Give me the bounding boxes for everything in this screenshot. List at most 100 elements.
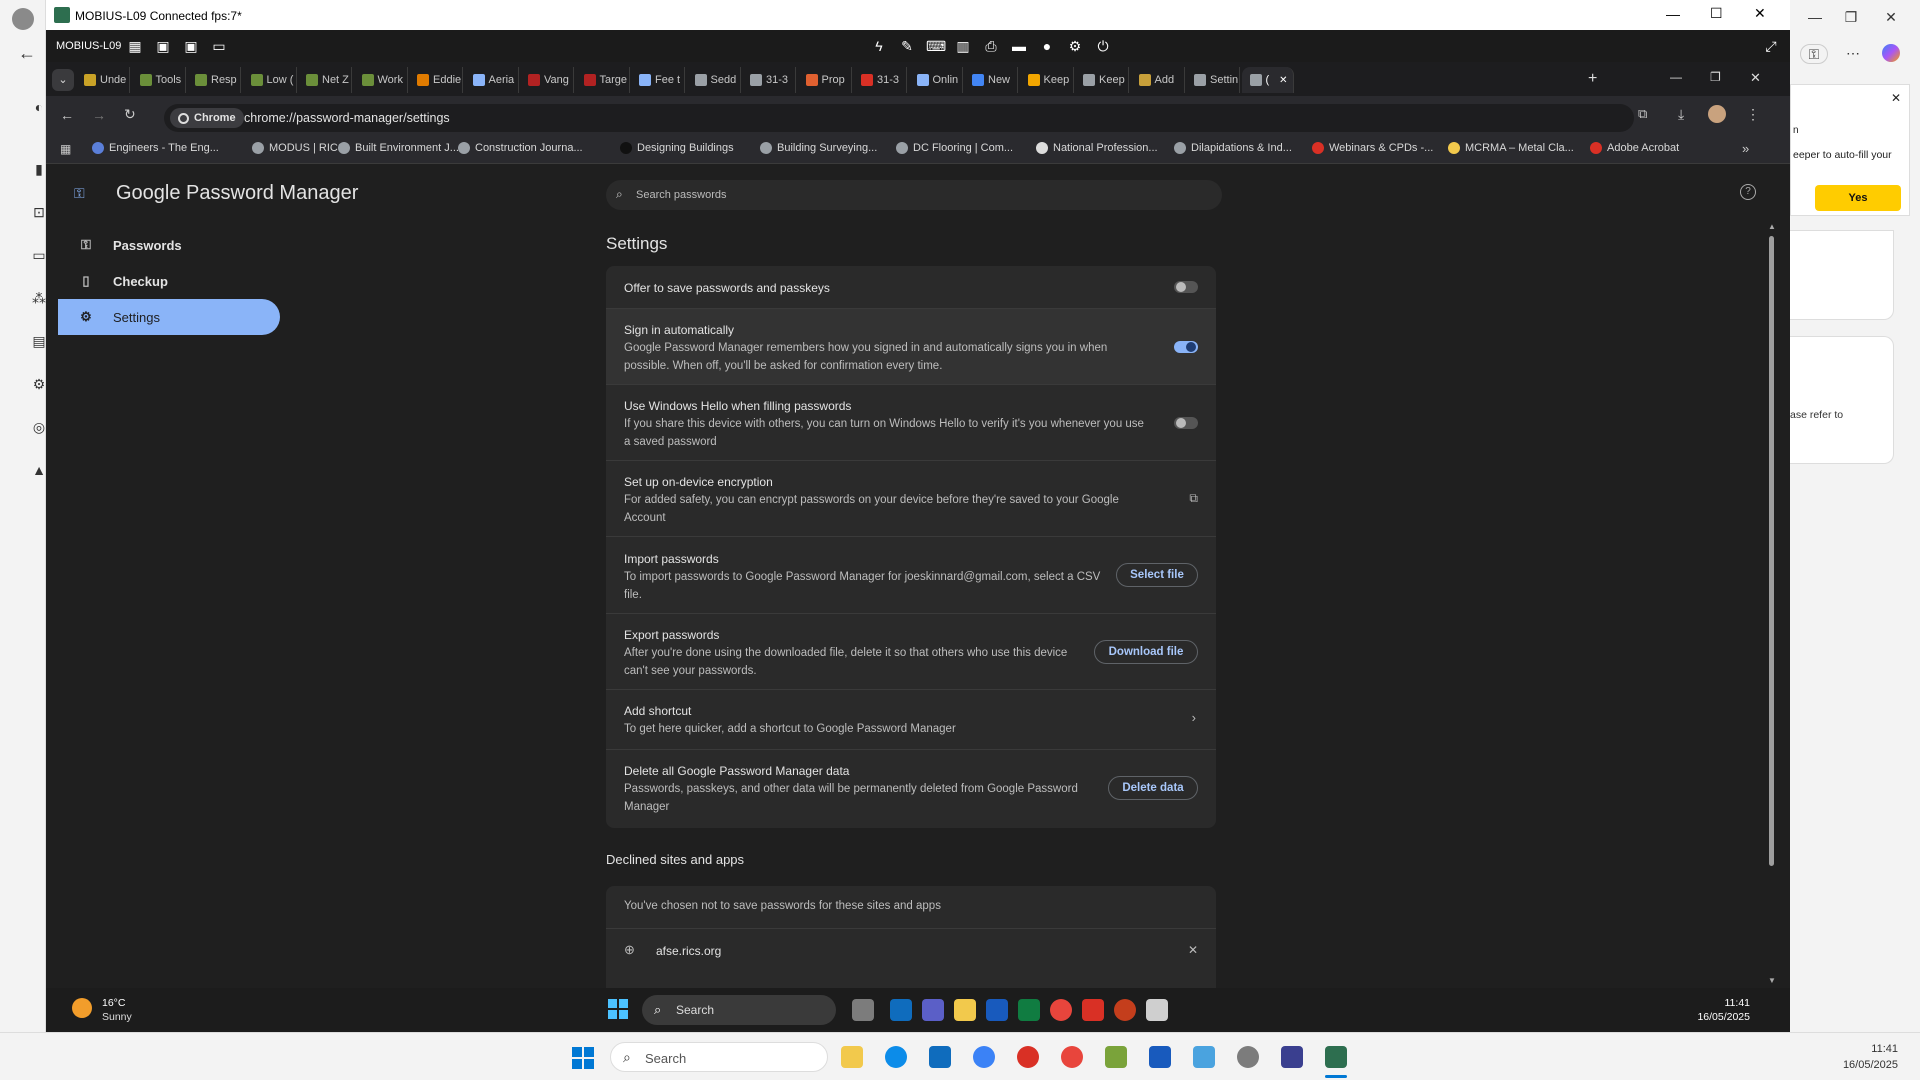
- outlook-icon[interactable]: [890, 999, 912, 1021]
- windows-start-icon[interactable]: [572, 1047, 594, 1069]
- new-tab-plus-icon[interactable]: +: [1588, 70, 1597, 88]
- download-file-button[interactable]: Download file: [1094, 640, 1198, 664]
- avatar[interactable]: [1708, 105, 1726, 123]
- profile-icon[interactable]: [12, 8, 34, 30]
- back-icon[interactable]: ←: [60, 107, 74, 123]
- folder-icon[interactable]: ▬: [1010, 37, 1028, 55]
- more-bookmarks-chevron-icon[interactable]: »: [1742, 141, 1749, 156]
- chrome-minimize-icon[interactable]: —: [1670, 70, 1682, 84]
- external-link-icon[interactable]: ⧉: [1189, 491, 1198, 506]
- bookmark-item[interactable]: Webinars & CPDs -...: [1312, 142, 1433, 154]
- setting-windows-hello[interactable]: Use Windows Hello when filling passwords…: [606, 384, 1216, 460]
- download-icon[interactable]: ⤓: [1678, 106, 1684, 123]
- teams-icon[interactable]: [922, 999, 944, 1021]
- tab[interactable]: Eddie: [409, 67, 463, 93]
- app-purple-icon[interactable]: [1281, 1046, 1303, 1068]
- tab-close-icon[interactable]: ✕: [1279, 75, 1287, 86]
- bookmark-item[interactable]: Adobe Acrobat: [1590, 142, 1679, 154]
- tab[interactable]: Settin: [1186, 67, 1240, 93]
- bookmark-item[interactable]: DC Flooring | Com...: [896, 142, 1013, 154]
- chrome-menu-icon[interactable]: ⋮: [1746, 106, 1760, 123]
- bookmark-item[interactable]: MCRMA – Metal Cla...: [1448, 142, 1574, 154]
- monitor-2-icon[interactable]: ▣: [182, 37, 200, 55]
- app-icon[interactable]: [973, 1046, 995, 1068]
- powerpoint-icon[interactable]: [1114, 999, 1136, 1021]
- nav-item-checkup[interactable]: ▯ Checkup: [58, 263, 280, 299]
- notepad-icon[interactable]: [1105, 1046, 1127, 1068]
- file-explorer-icon[interactable]: [954, 999, 976, 1021]
- settings-gear-icon[interactable]: [1237, 1046, 1259, 1068]
- scrollbar-thumb[interactable]: [1769, 236, 1774, 866]
- bookmark-item[interactable]: National Profession...: [1036, 142, 1158, 154]
- scroll-down-arrow-icon[interactable]: ▼: [1768, 976, 1776, 988]
- rdp-close-icon[interactable]: ✕: [1754, 5, 1766, 22]
- remote-app-icon[interactable]: [1146, 999, 1168, 1021]
- chevron-right-icon[interactable]: ›: [1192, 710, 1196, 725]
- rdp-client-icon[interactable]: [1325, 1046, 1347, 1068]
- bookmark-item[interactable]: Engineers - The Eng...: [92, 142, 219, 154]
- chat-icon[interactable]: ●: [1038, 37, 1056, 55]
- weather-sun-icon[interactable]: [72, 998, 92, 1018]
- tab[interactable]: Resp: [187, 67, 241, 93]
- acrobat-icon[interactable]: [1082, 999, 1104, 1021]
- tab[interactable]: 31-3: [853, 67, 907, 93]
- outlook-icon[interactable]: [929, 1046, 951, 1068]
- tab[interactable]: Targe: [576, 67, 630, 93]
- word-icon[interactable]: [1149, 1046, 1171, 1068]
- forward-icon[interactable]: →: [92, 107, 106, 123]
- monitor-grid-icon[interactable]: ▦: [126, 37, 144, 55]
- tab[interactable]: Keep: [1020, 67, 1074, 93]
- search-input[interactable]: ⌕ Search passwords: [606, 180, 1222, 210]
- offer-save-toggle[interactable]: [1174, 281, 1198, 293]
- tab[interactable]: (✕: [1241, 67, 1294, 93]
- edge-icon[interactable]: [885, 1046, 907, 1068]
- tab[interactable]: Vang: [520, 67, 574, 93]
- task-view-icon[interactable]: [852, 999, 874, 1021]
- settings-gear-icon[interactable]: ⚙: [1066, 37, 1084, 55]
- minimize-icon[interactable]: —: [1806, 8, 1824, 26]
- tab[interactable]: Work: [354, 67, 408, 93]
- tab[interactable]: New: [964, 67, 1018, 93]
- popup-yes-button[interactable]: Yes: [1815, 185, 1901, 211]
- monitor-1-icon[interactable]: ▣: [154, 37, 172, 55]
- chrome-restore-icon[interactable]: ❐: [1710, 70, 1721, 84]
- rdp-maximize-icon[interactable]: ☐: [1710, 5, 1723, 22]
- monitor-icon[interactable]: ▭: [210, 37, 228, 55]
- tab-search-chevron-icon[interactable]: ⌄: [52, 69, 74, 91]
- nav-item-settings[interactable]: ⚙ Settings: [58, 299, 280, 335]
- word-icon[interactable]: [986, 999, 1008, 1021]
- chrome-chip[interactable]: Chrome: [170, 108, 244, 128]
- host-search[interactable]: ⌕ Search: [610, 1042, 828, 1072]
- copilot-icon[interactable]: [1882, 44, 1900, 62]
- bookmark-item[interactable]: MODUS | RICS: [252, 142, 345, 154]
- windows-hello-toggle[interactable]: [1174, 417, 1198, 429]
- bookmark-item[interactable]: Construction Journa...: [458, 142, 583, 154]
- tab[interactable]: Prop: [798, 67, 852, 93]
- back-arrow-icon[interactable]: ←: [18, 44, 36, 62]
- tab[interactable]: Sedd: [687, 67, 741, 93]
- bookmark-item[interactable]: Dilapidations & Ind...: [1174, 142, 1292, 154]
- chrome-icon[interactable]: [1061, 1046, 1083, 1068]
- setting-encryption[interactable]: Set up on-device encryption For added sa…: [606, 460, 1216, 536]
- app-red-icon[interactable]: [1017, 1046, 1039, 1068]
- popup-close-icon[interactable]: ✕: [1891, 91, 1901, 105]
- chrome-close-icon[interactable]: ✕: [1750, 70, 1761, 86]
- bookmark-item[interactable]: Building Surveying...: [760, 142, 877, 154]
- tab[interactable]: Net Z: [298, 67, 352, 93]
- delete-data-button[interactable]: Delete data: [1108, 776, 1198, 800]
- tab[interactable]: Unde: [76, 67, 130, 93]
- edit-icon[interactable]: ✎: [898, 37, 916, 55]
- printer-icon[interactable]: ⎙: [982, 37, 1000, 55]
- tab[interactable]: Onlin: [909, 67, 963, 93]
- clipboard-icon[interactable]: ▥: [954, 37, 972, 55]
- tab[interactable]: Fee t: [631, 67, 685, 93]
- taskbar-search[interactable]: ⌕ Search: [642, 995, 836, 1025]
- close-icon[interactable]: ✕: [1882, 8, 1900, 26]
- rdp-minimize-icon[interactable]: —: [1666, 6, 1680, 22]
- select-file-button[interactable]: Select file: [1116, 563, 1198, 587]
- restore-icon[interactable]: ❐: [1842, 8, 1860, 26]
- tab[interactable]: 31-3: [742, 67, 796, 93]
- scroll-up-arrow-icon[interactable]: ▲: [1768, 222, 1776, 234]
- setting-offer-save[interactable]: Offer to save passwords and passkeys: [606, 266, 1216, 308]
- extensions-puzzle-icon[interactable]: ⧉: [1638, 106, 1647, 122]
